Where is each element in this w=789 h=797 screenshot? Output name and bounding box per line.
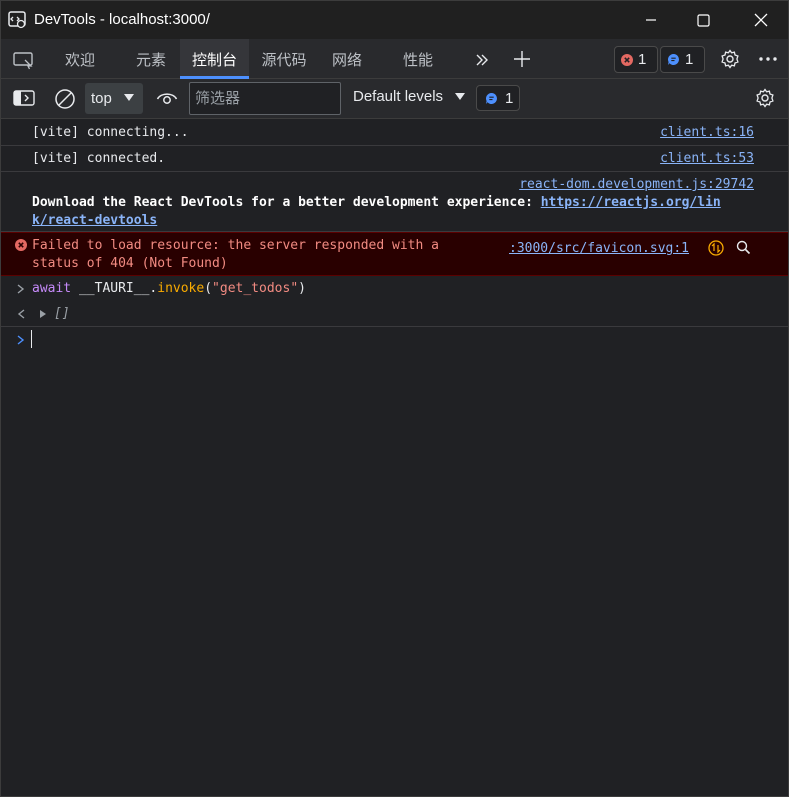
- console-error-message: Failed to load resource: the server resp…: [1, 232, 788, 276]
- network-request-button[interactable]: [708, 240, 724, 260]
- message-text: [vite] connecting...: [32, 125, 189, 140]
- tab-performance[interactable]: 性能: [389, 39, 447, 79]
- tab-sources[interactable]: 源代码: [252, 39, 316, 79]
- expand-triangle-icon[interactable]: [38, 309, 48, 319]
- dropdown-triangle-icon: [124, 94, 134, 101]
- command-text: await __TAURI__.invoke("get_todos"): [32, 281, 306, 296]
- result-chevron-icon: [17, 309, 25, 319]
- prompt-chevron-icon: [17, 335, 25, 345]
- clear-icon: [55, 89, 75, 109]
- console-message: [vite] connected. client.ts:53: [1, 146, 788, 172]
- add-tab-button[interactable]: [510, 48, 534, 70]
- search-request-button[interactable]: [736, 240, 751, 259]
- input-chevron-icon: [17, 284, 25, 294]
- console-settings-button[interactable]: [753, 86, 777, 110]
- context-selector[interactable]: top: [85, 83, 143, 114]
- console-toolbar: top Default levels 1: [1, 79, 788, 119]
- source-link[interactable]: :3000/src/favicon.svg:1: [509, 241, 689, 256]
- tab-label: 性能: [402, 51, 433, 69]
- tab-label: 欢迎: [64, 51, 95, 69]
- context-value: top: [91, 90, 112, 107]
- maximize-icon: [696, 13, 710, 27]
- device-toolbar-icon: [13, 52, 33, 70]
- error-count: 1: [638, 51, 647, 68]
- window-title: DevTools - localhost:3000/: [34, 11, 210, 28]
- tab-elements[interactable]: 元素: [122, 39, 180, 79]
- string-literal: "get_todos": [212, 281, 299, 296]
- console-message: react-dom.development.js:29742 Download …: [1, 172, 788, 232]
- tab-label: 网络: [331, 51, 362, 69]
- inspect-device-button[interactable]: [12, 50, 36, 70]
- log-levels-dropdown[interactable]: Default levels: [353, 88, 466, 105]
- ellipsis-icon: [759, 57, 777, 61]
- maximize-button[interactable]: [680, 1, 726, 39]
- filter-input[interactable]: [189, 82, 341, 115]
- network-request-icon: [708, 240, 724, 256]
- tab-network[interactable]: 网络: [318, 39, 376, 79]
- punctuation: (: [204, 281, 213, 296]
- info-count-badge[interactable]: 1: [660, 46, 705, 73]
- clear-console-button[interactable]: [53, 87, 77, 111]
- minimize-button[interactable]: [628, 1, 674, 39]
- source-link[interactable]: react-dom.development.js:29742: [519, 177, 754, 192]
- close-window-button[interactable]: [738, 1, 784, 39]
- message-bold-text: Download the React DevTools for a better…: [32, 195, 541, 210]
- panel-tab-bar: 欢迎 元素 控制台 源代码 网络 性能 1 1: [1, 39, 788, 79]
- tab-label: 元素: [135, 51, 166, 69]
- live-expression-button[interactable]: [154, 88, 180, 110]
- more-options-button[interactable]: [756, 48, 780, 70]
- log-levels-label: Default levels: [353, 88, 444, 105]
- source-link[interactable]: client.ts:53: [660, 151, 754, 166]
- message-icon: [667, 54, 679, 65]
- message-text: Download the React DevTools for a better…: [32, 195, 721, 210]
- info-count: 1: [685, 51, 694, 68]
- keyword-await: await: [32, 281, 72, 296]
- devtools-link[interactable]: https://reactjs.org/lin: [541, 195, 721, 210]
- devtools-link-continued[interactable]: k/react-devtools: [32, 213, 157, 228]
- identifier: __TAURI__: [78, 281, 150, 296]
- error-icon: [15, 239, 27, 251]
- issues-badge[interactable]: 1: [476, 85, 520, 111]
- console-message: [vite] connecting... client.ts:16: [1, 120, 788, 146]
- result-value[interactable]: []: [54, 306, 70, 321]
- console-output: [vite] connecting... client.ts:16 [vite]…: [1, 120, 788, 796]
- gear-icon: [721, 49, 739, 69]
- text-cursor: [31, 330, 32, 348]
- error-text-line: status of 404 (Not Found): [32, 256, 228, 271]
- tab-label: 控制台: [191, 51, 237, 69]
- double-chevron-right-icon: [476, 54, 488, 66]
- punctuation: ): [298, 281, 306, 296]
- search-icon: [736, 240, 751, 255]
- issues-count: 1: [505, 89, 514, 107]
- error-count-badge[interactable]: 1: [614, 46, 658, 73]
- plus-icon: [514, 51, 530, 67]
- devtools-app-icon: [8, 11, 26, 29]
- error-icon: [621, 53, 633, 66]
- eye-icon: [156, 93, 178, 104]
- settings-button[interactable]: [718, 48, 742, 70]
- tab-welcome[interactable]: 欢迎: [51, 39, 109, 79]
- minimize-icon: [646, 19, 656, 21]
- title-bar: DevTools - localhost:3000/: [1, 1, 788, 39]
- toggle-sidebar-button[interactable]: [12, 88, 36, 108]
- close-icon: [754, 13, 768, 27]
- console-result: []: [1, 302, 788, 327]
- sidebar-icon: [13, 90, 35, 106]
- tab-label: 源代码: [261, 51, 307, 69]
- source-link[interactable]: client.ts:16: [660, 125, 754, 140]
- method-name: invoke: [157, 281, 205, 296]
- console-prompt[interactable]: [1, 327, 788, 357]
- devtools-window: DevTools - localhost:3000/ 欢迎 元素 控制台 源代码…: [0, 0, 789, 797]
- console-input-echo: await __TAURI__.invoke("get_todos"): [1, 278, 788, 302]
- message-icon: [485, 92, 497, 104]
- message-text: [vite] connected.: [32, 151, 166, 166]
- gear-icon: [756, 88, 774, 108]
- dropdown-triangle-icon: [455, 92, 466, 100]
- error-text-line: Failed to load resource: the server resp…: [32, 238, 439, 253]
- more-tabs-button[interactable]: [471, 50, 493, 70]
- tab-console[interactable]: 控制台: [180, 39, 249, 79]
